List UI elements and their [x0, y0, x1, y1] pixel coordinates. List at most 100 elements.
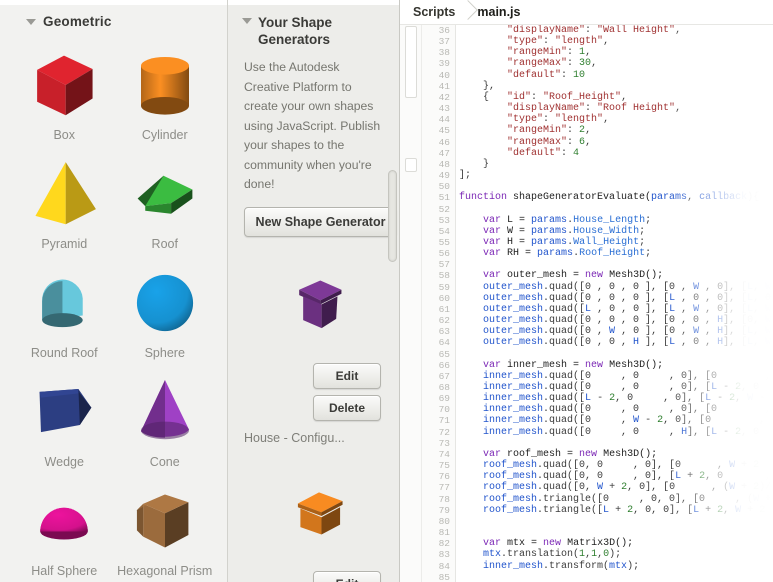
code-line: outer_mesh.quad([0 , W , 0 ], [0 , W , H… — [459, 326, 773, 337]
line-number: 61 — [438, 303, 450, 315]
shape-generators-inner: Your Shape Generators Use the Autodesk C… — [234, 5, 399, 582]
code-token: , — [753, 281, 766, 293]
line-number-gutter: 36 37 38 39 40 41 42 43 44 45 46 47 48 49 50 51 52 53 54 55… — [422, 25, 456, 582]
shape-item-roof[interactable]: Roof — [115, 146, 216, 255]
code-token: : — [567, 136, 580, 148]
fold-marker[interactable] — [405, 26, 417, 98]
generators-section-header[interactable]: Your Shape Generators — [234, 5, 399, 50]
code-token: roof_mesh — [483, 504, 538, 516]
shape-item-pyramid[interactable]: Pyramid — [14, 146, 115, 255]
line-number: 72 — [438, 426, 450, 438]
code-token: ; — [639, 236, 646, 248]
code-token: : — [567, 58, 580, 70]
fold-marker[interactable] — [405, 158, 417, 172]
code-token: Mesh3D(); — [597, 448, 658, 460]
code-token: "rangeMin" — [507, 125, 568, 137]
code-token: Wall_Height — [573, 236, 640, 248]
geometric-section-header[interactable]: Geometric — [8, 5, 221, 35]
shape-item-round-roof[interactable]: Round Roof — [14, 255, 115, 364]
code-token: : — [567, 47, 580, 59]
line-number: 67 — [438, 370, 450, 382]
code-line: outer_mesh.quad([0 , 0 , H ], [L , 0 , H… — [459, 337, 773, 348]
line-number: 68 — [438, 382, 450, 393]
code-token: "length" — [555, 36, 604, 48]
code-token: inner_mesh — [483, 382, 544, 393]
shape-item-hexagonal-prism[interactable]: Hexagonal Prism — [115, 473, 216, 582]
empty-generator-thumb[interactable] — [234, 451, 399, 571]
shape-item-cone[interactable]: Cone — [115, 364, 216, 473]
code-token: , — [675, 25, 682, 36]
new-shape-generator-button[interactable]: New Shape Generator — [244, 206, 397, 237]
code-token: + — [741, 504, 760, 516]
code-folding-gutter[interactable] — [400, 25, 422, 582]
code-token: "default" — [507, 69, 562, 81]
shape-item-wedge[interactable]: Wedge — [14, 364, 115, 473]
code-token: var — [483, 538, 502, 550]
edit-generator-button[interactable]: Edit — [313, 570, 381, 582]
code-token: , — [699, 326, 718, 338]
triangle-down-icon[interactable] — [242, 18, 252, 24]
code-content[interactable]: "displayName": "Wall Height", "type": "l… — [456, 25, 773, 582]
code-line: var L = params.House_Length; — [459, 215, 773, 226]
line-number: 75 — [438, 460, 450, 472]
code-line: ]; — [459, 170, 773, 181]
code-line: "displayName": "Wall Height", — [459, 25, 773, 36]
edit-generator-button[interactable]: Edit — [313, 362, 381, 389]
line-number: 44 — [438, 114, 450, 126]
line-number: 83 — [438, 549, 450, 561]
code-token: "Wall Height" — [597, 25, 676, 36]
code-token: params — [531, 236, 568, 248]
generator-item[interactable]: Edit Delete House - Configu... — [234, 237, 399, 445]
line-number: 42 — [438, 91, 450, 103]
code-token: : — [585, 25, 598, 36]
code-token: , 0 , 0], [ — [615, 393, 706, 405]
line-number: 81 — [438, 527, 450, 539]
geometric-section-title: Geometric — [43, 14, 112, 29]
triangle-down-icon[interactable] — [26, 18, 36, 25]
code-token: H = — [501, 236, 532, 248]
house-generator-thumb[interactable] — [234, 243, 399, 363]
code-area[interactable]: 36 37 38 39 40 41 42 43 44 45 46 47 48 49 50 51 52 53 54 55… — [400, 25, 773, 582]
code-token: : — [543, 114, 556, 126]
line-number: 63 — [438, 326, 450, 338]
generators-scrollbar[interactable] — [388, 170, 397, 262]
breadcrumb-scripts[interactable]: Scripts — [413, 5, 455, 19]
generators-description: Use the Autodesk Creative Platform to cr… — [244, 60, 381, 191]
code-token: ){ — [747, 192, 760, 204]
delete-generator-button[interactable]: Delete — [313, 394, 381, 421]
code-token: mtx — [609, 560, 628, 572]
code-token: - — [717, 426, 736, 438]
breadcrumb-file[interactable]: main.js — [477, 5, 520, 19]
code-token: , — [585, 47, 592, 59]
code-token: .triangle([0 , 0, 0], [0 , ( — [537, 493, 754, 505]
code-token: - — [753, 393, 772, 405]
code-line: "rangeMin": 2, — [459, 125, 773, 136]
shape-item-half-sphere[interactable]: Half Sphere — [14, 473, 115, 582]
code-token: - — [639, 415, 658, 427]
shape-grid: Box Cylinder Pyramid Roof Round Roof Sph… — [8, 35, 221, 582]
code-line: function shapeGeneratorEvaluate(params, … — [459, 192, 773, 203]
shape-item-sphere[interactable]: Sphere — [115, 255, 216, 364]
shape-item-box[interactable]: Box — [14, 37, 115, 146]
sphere-shape-icon — [115, 262, 216, 344]
shape-item-cylinder[interactable]: Cylinder — [115, 37, 216, 146]
code-line: roof_mesh.quad([0, W + 2, 0], [0 , (W + … — [459, 482, 773, 493]
code-token: : — [561, 147, 574, 159]
code-token: , — [603, 36, 610, 48]
line-number: 54 — [438, 225, 450, 237]
line-number: 74 — [438, 448, 450, 460]
hexagonal-prism-shape-icon — [115, 480, 216, 562]
code-token: params — [531, 225, 568, 237]
box-shape-icon — [14, 44, 115, 126]
code-token: "rangeMin" — [507, 47, 568, 59]
shape-item-label: Pyramid — [41, 237, 88, 251]
generator-item[interactable]: EditDeleteEmpty — [234, 445, 399, 582]
code-line: var H = params.Wall_Height; — [459, 237, 773, 248]
